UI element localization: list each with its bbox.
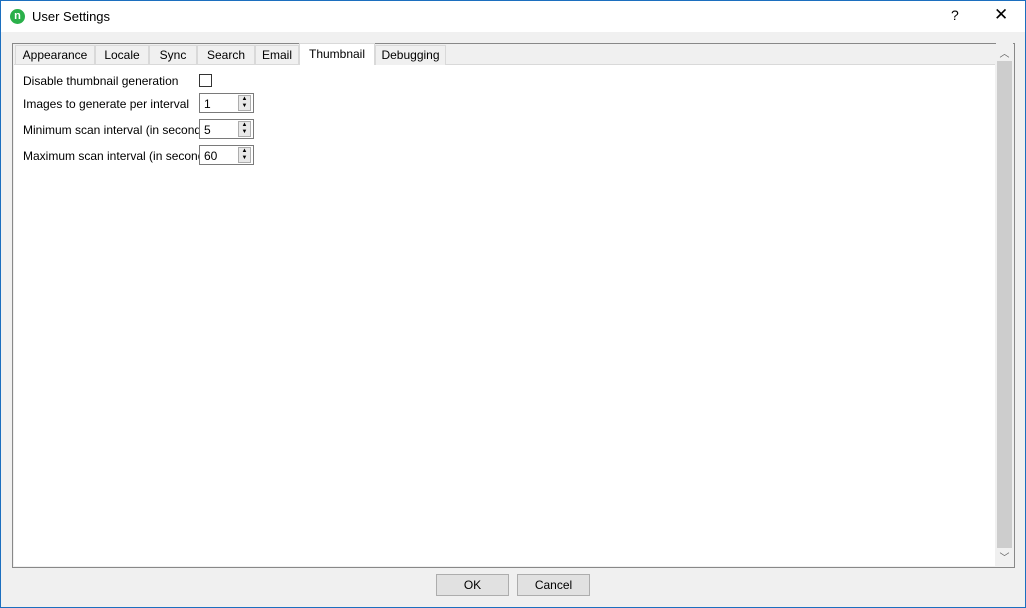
spin-arrows-icon[interactable]: ▲ ▼ — [238, 147, 251, 163]
title-bar: n User Settings ? ✕ — [1, 1, 1025, 32]
min-scan-interval-label: Minimum scan interval (in seconds) — [23, 123, 212, 137]
tab-debugging[interactable]: Debugging — [375, 45, 446, 65]
images-per-interval-label: Images to generate per interval — [23, 97, 190, 111]
images-per-interval-value: 1 — [204, 97, 211, 111]
max-scan-interval-spinbox[interactable]: 60 ▲ ▼ — [199, 145, 254, 165]
app-logo-icon: n — [10, 9, 25, 24]
max-scan-interval-value: 60 — [204, 149, 218, 163]
disable-thumbnail-label: Disable thumbnail generation — [23, 74, 179, 88]
scroll-up-icon[interactable]: ︿ — [996, 45, 1013, 62]
tab-email[interactable]: Email — [255, 45, 299, 65]
tab-appearance[interactable]: Appearance — [15, 45, 95, 65]
min-scan-interval-value: 5 — [204, 123, 211, 137]
tab-locale[interactable]: Locale — [95, 45, 149, 65]
scrollbar-thumb[interactable] — [997, 61, 1012, 548]
spin-arrows-icon[interactable]: ▲ ▼ — [238, 121, 251, 137]
tab-sync[interactable]: Sync — [149, 45, 197, 65]
cancel-button[interactable]: Cancel — [517, 574, 590, 596]
close-button[interactable]: ✕ — [994, 5, 1008, 25]
tab-search[interactable]: Search — [197, 45, 255, 65]
min-scan-interval-spinbox[interactable]: 5 ▲ ▼ — [199, 119, 254, 139]
max-scan-interval-label: Maximum scan interval (in seconds) — [23, 149, 215, 163]
vertical-scrollbar[interactable]: ︿ ﹀ — [996, 43, 1013, 566]
tab-thumbnail[interactable]: Thumbnail — [299, 43, 375, 65]
images-per-interval-spinbox[interactable]: 1 ▲ ▼ — [199, 93, 254, 113]
ok-button[interactable]: OK — [436, 574, 509, 596]
thumbnail-panel — [14, 64, 995, 566]
disable-thumbnail-checkbox[interactable] — [199, 74, 212, 87]
help-button[interactable]: ? — [951, 7, 959, 23]
scroll-down-icon[interactable]: ﹀ — [996, 549, 1013, 566]
window-title: User Settings — [32, 9, 111, 24]
spin-arrows-icon[interactable]: ▲ ▼ — [238, 95, 251, 111]
